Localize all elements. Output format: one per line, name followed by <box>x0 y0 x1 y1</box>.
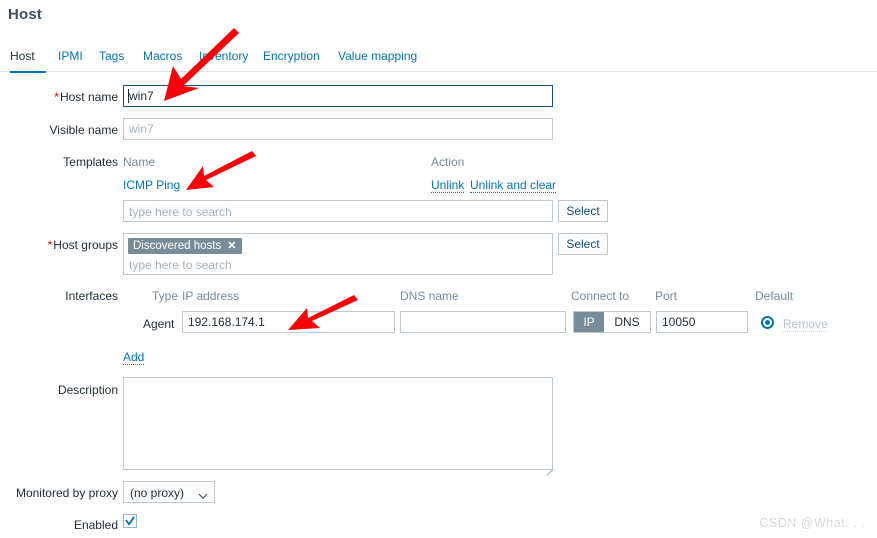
interface-connect-to-toggle[interactable]: IP DNS <box>573 311 651 333</box>
template-unlink-and-clear-link[interactable]: Unlink and clear <box>470 178 557 193</box>
host-name-label: *Host name <box>0 90 118 104</box>
interfaces-col-dns-header: DNS name <box>400 289 459 303</box>
templates-label: Templates <box>0 155 118 169</box>
interface-type-value: Agent <box>143 317 175 331</box>
interface-add-link[interactable]: Add <box>123 350 145 365</box>
templates-search-placeholder: type here to search <box>129 205 232 219</box>
text-cursor <box>128 89 129 103</box>
connect-to-dns-option[interactable]: DNS <box>604 312 650 332</box>
interfaces-col-port-header: Port <box>655 289 678 303</box>
templates-search-box[interactable]: type here to search <box>123 200 553 222</box>
visible-name-label: Visible name <box>0 123 118 137</box>
chevron-down-icon <box>198 489 208 503</box>
description-label-text: Description <box>57 383 118 397</box>
monitored-by-proxy-label: Monitored by proxy <box>0 486 118 500</box>
monitored-by-proxy-select[interactable]: (no proxy) <box>123 481 215 503</box>
interfaces-col-default-header: Default <box>755 289 794 303</box>
host-name-input[interactable] <box>123 85 553 107</box>
interfaces-label: Interfaces <box>0 289 118 303</box>
enabled-checkbox[interactable] <box>123 514 137 528</box>
required-marker: * <box>47 238 53 252</box>
required-marker: * <box>54 90 59 104</box>
visible-name-label-text: Visible name <box>49 123 118 137</box>
templates-col-action-header: Action <box>431 155 465 169</box>
interfaces-col-ip-header: IP address <box>182 289 240 303</box>
host-groups-select-button-label: Select <box>566 237 600 251</box>
monitored-by-proxy-value: (no proxy) <box>130 486 185 500</box>
templates-select-button-label: Select <box>566 204 600 218</box>
host-form: *Host name Visible name Templates Name A… <box>0 0 877 538</box>
templates-col-name-header: Name <box>123 155 156 169</box>
interfaces-label-text: Interfaces <box>65 289 118 303</box>
enabled-label-text: Enabled <box>73 518 118 532</box>
templates-label-text: Templates <box>63 155 118 169</box>
host-groups-label: *Host groups <box>0 238 118 252</box>
interface-default-radio[interactable] <box>761 316 774 329</box>
interface-remove-link[interactable]: Remove <box>783 317 828 332</box>
host-groups-search-placeholder: type here to search <box>129 258 232 272</box>
interfaces-col-type-header: Type <box>152 289 179 303</box>
visible-name-input[interactable] <box>123 118 553 140</box>
connect-to-dns-label: DNS <box>614 315 640 329</box>
host-group-chip-label: Discovered hosts <box>133 240 222 252</box>
host-group-chip[interactable]: Discovered hosts ✕ <box>128 238 243 254</box>
interface-dns-name-input[interactable] <box>400 311 566 333</box>
interface-ip-address-input[interactable] <box>182 311 395 333</box>
connect-to-ip-label: IP <box>583 315 595 329</box>
description-label: Description <box>0 383 118 397</box>
check-icon <box>125 516 135 526</box>
host-name-label-text: Host name <box>59 90 118 104</box>
close-icon[interactable]: ✕ <box>227 240 236 252</box>
connect-to-ip-option[interactable]: IP <box>574 312 604 332</box>
enabled-label: Enabled <box>0 518 118 532</box>
interface-port-input[interactable] <box>656 311 748 333</box>
host-groups-select-button[interactable]: Select <box>558 233 608 255</box>
watermark: CSDN @What. . . <box>759 516 865 530</box>
templates-select-button[interactable]: Select <box>558 200 608 222</box>
interfaces-col-connect-header: Connect to <box>571 289 630 303</box>
host-groups-label-text: Host groups <box>53 238 118 252</box>
description-textarea[interactable] <box>123 377 553 470</box>
template-unlink-link[interactable]: Unlink <box>431 178 465 193</box>
monitored-by-proxy-label-text: Monitored by proxy <box>15 486 118 500</box>
host-groups-multiselect[interactable]: Discovered hosts ✕ type here to search <box>123 233 553 275</box>
template-link-icmp-ping[interactable]: ICMP Ping <box>123 178 180 192</box>
